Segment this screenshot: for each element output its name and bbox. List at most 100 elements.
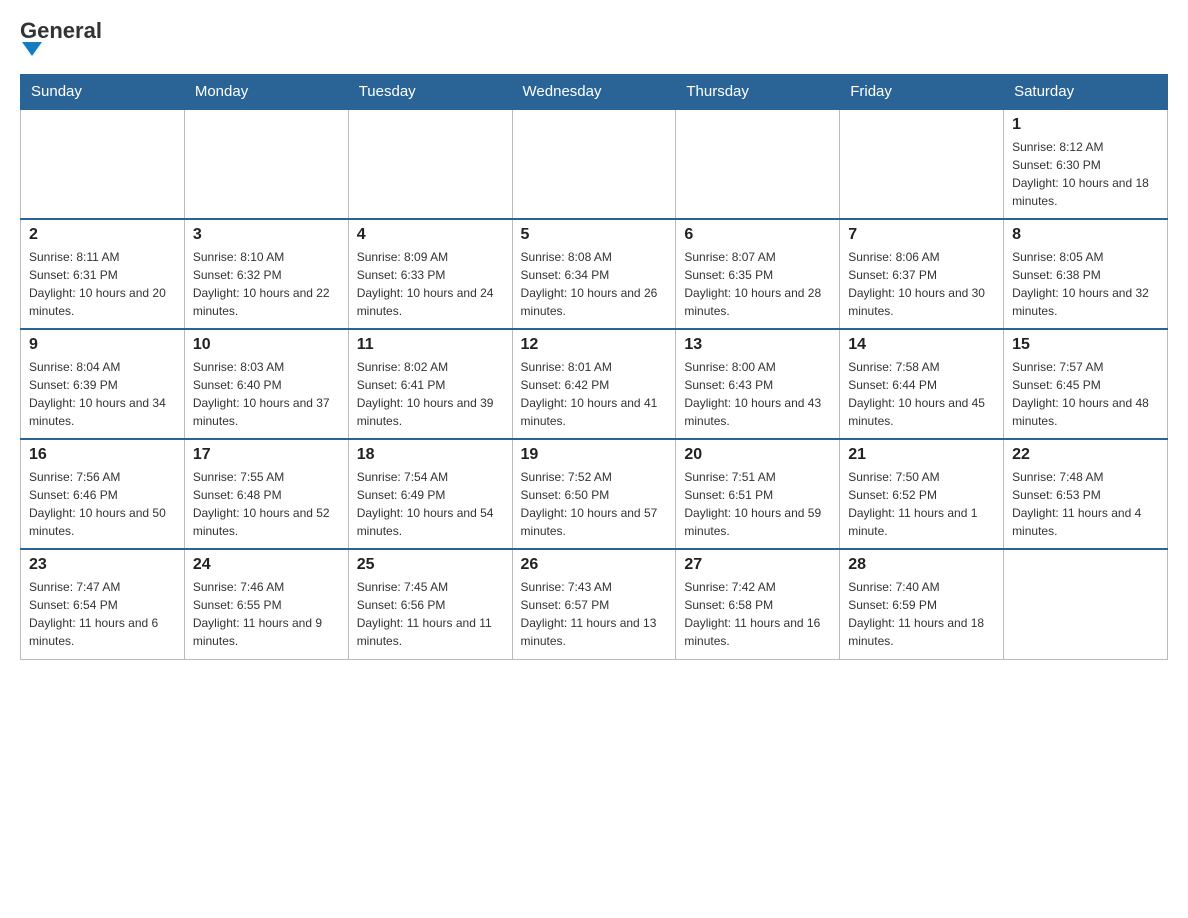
day-info: Sunrise: 7:45 AMSunset: 6:56 PMDaylight:… [357,578,504,650]
calendar-cell: 17 Sunrise: 7:55 AMSunset: 6:48 PMDayligh… [184,439,348,549]
calendar-cell: 25 Sunrise: 7:45 AMSunset: 6:56 PMDayligh… [348,549,512,659]
calendar-cell: 22 Sunrise: 7:48 AMSunset: 6:53 PMDayligh… [1004,439,1168,549]
calendar-cell: 27 Sunrise: 7:42 AMSunset: 6:58 PMDayligh… [676,549,840,659]
day-header-tuesday: Tuesday [348,75,512,110]
day-info: Sunrise: 7:42 AMSunset: 6:58 PMDaylight:… [684,578,831,650]
day-info: Sunrise: 8:11 AMSunset: 6:31 PMDaylight:… [29,248,176,320]
day-info: Sunrise: 8:06 AMSunset: 6:37 PMDaylight:… [848,248,995,320]
day-number: 22 [1012,446,1159,464]
calendar-cell: 4 Sunrise: 8:09 AMSunset: 6:33 PMDaylight… [348,219,512,329]
day-number: 15 [1012,336,1159,354]
calendar-cell: 24Sunrise: 7:46 AMSunset: 6:55 PMDayligh… [184,549,348,659]
calendar-header-row: SundayMondayTuesdayWednesdayThursdayFrid… [21,75,1168,110]
week-row-2: 2 Sunrise: 8:11 AMSunset: 6:31 PMDaylight… [21,219,1168,329]
day-info: Sunrise: 8:10 AMSunset: 6:32 PMDaylight:… [193,248,340,320]
calendar-cell: 23 Sunrise: 7:47 AMSunset: 6:54 PMDayligh… [21,549,185,659]
calendar-cell: 10 Sunrise: 8:03 AMSunset: 6:40 PMDayligh… [184,329,348,439]
day-number: 25 [357,556,504,574]
calendar-cell: 6 Sunrise: 8:07 AMSunset: 6:35 PMDaylight… [676,219,840,329]
day-number: 23 [29,556,176,574]
calendar-cell: 19 Sunrise: 7:52 AMSunset: 6:50 PMDayligh… [512,439,676,549]
day-number: 16 [29,446,176,464]
day-info: Sunrise: 7:51 AMSunset: 6:51 PMDaylight:… [684,468,831,540]
week-row-3: 9 Sunrise: 8:04 AMSunset: 6:39 PMDaylight… [21,329,1168,439]
day-number: 8 [1012,226,1159,244]
calendar-cell: 5 Sunrise: 8:08 AMSunset: 6:34 PMDaylight… [512,219,676,329]
day-header-thursday: Thursday [676,75,840,110]
day-number: 9 [29,336,176,354]
week-row-4: 16 Sunrise: 7:56 AMSunset: 6:46 PMDayligh… [21,439,1168,549]
calendar-cell: 2 Sunrise: 8:11 AMSunset: 6:31 PMDaylight… [21,219,185,329]
logo-general-text: General [20,20,102,42]
day-info: Sunrise: 8:09 AMSunset: 6:33 PMDaylight:… [357,248,504,320]
day-header-wednesday: Wednesday [512,75,676,110]
logo: General [20,20,102,58]
calendar-cell [840,109,1004,219]
day-number: 19 [521,446,668,464]
day-number: 17 [193,446,340,464]
calendar-cell [184,109,348,219]
day-info: Sunrise: 7:40 AMSunset: 6:59 PMDaylight:… [848,578,995,650]
day-number: 10 [193,336,340,354]
day-info: Sunrise: 8:04 AMSunset: 6:39 PMDaylight:… [29,358,176,430]
day-info: Sunrise: 7:58 AMSunset: 6:44 PMDaylight:… [848,358,995,430]
day-number: 28 [848,556,995,574]
day-info: Sunrise: 7:50 AMSunset: 6:52 PMDaylight:… [848,468,995,540]
calendar-cell: 21Sunrise: 7:50 AMSunset: 6:52 PMDayligh… [840,439,1004,549]
day-info: Sunrise: 8:05 AMSunset: 6:38 PMDaylight:… [1012,248,1159,320]
calendar-cell: 9 Sunrise: 8:04 AMSunset: 6:39 PMDaylight… [21,329,185,439]
calendar-cell: 13 Sunrise: 8:00 AMSunset: 6:43 PMDayligh… [676,329,840,439]
day-number: 26 [521,556,668,574]
calendar-cell: 12Sunrise: 8:01 AMSunset: 6:42 PMDayligh… [512,329,676,439]
week-row-5: 23 Sunrise: 7:47 AMSunset: 6:54 PMDayligh… [21,549,1168,659]
day-info: Sunrise: 8:02 AMSunset: 6:41 PMDaylight:… [357,358,504,430]
day-header-monday: Monday [184,75,348,110]
day-header-saturday: Saturday [1004,75,1168,110]
day-number: 4 [357,226,504,244]
calendar-cell: 20 Sunrise: 7:51 AMSunset: 6:51 PMDayligh… [676,439,840,549]
day-number: 2 [29,226,176,244]
week-row-1: 1 Sunrise: 8:12 AMSunset: 6:30 PMDaylight… [21,109,1168,219]
day-number: 24 [193,556,340,574]
calendar-table: SundayMondayTuesdayWednesdayThursdayFrid… [20,74,1168,660]
day-info: Sunrise: 7:55 AMSunset: 6:48 PMDaylight:… [193,468,340,540]
day-header-friday: Friday [840,75,1004,110]
day-number: 3 [193,226,340,244]
day-number: 20 [684,446,831,464]
day-number: 27 [684,556,831,574]
day-number: 12 [521,336,668,354]
day-number: 5 [521,226,668,244]
day-info: Sunrise: 7:54 AMSunset: 6:49 PMDaylight:… [357,468,504,540]
calendar-cell: 1 Sunrise: 8:12 AMSunset: 6:30 PMDaylight… [1004,109,1168,219]
calendar-cell: 3 Sunrise: 8:10 AMSunset: 6:32 PMDaylight… [184,219,348,329]
calendar-cell: 15 Sunrise: 7:57 AMSunset: 6:45 PMDayligh… [1004,329,1168,439]
calendar-cell [21,109,185,219]
day-info: Sunrise: 8:03 AMSunset: 6:40 PMDaylight:… [193,358,340,430]
day-info: Sunrise: 7:47 AMSunset: 6:54 PMDaylight:… [29,578,176,650]
calendar-cell [676,109,840,219]
calendar-cell: 28 Sunrise: 7:40 AMSunset: 6:59 PMDayligh… [840,549,1004,659]
calendar-cell [512,109,676,219]
calendar-cell: 16 Sunrise: 7:56 AMSunset: 6:46 PMDayligh… [21,439,185,549]
logo-triangle-icon [22,42,42,56]
day-info: Sunrise: 7:56 AMSunset: 6:46 PMDaylight:… [29,468,176,540]
day-info: Sunrise: 7:52 AMSunset: 6:50 PMDaylight:… [521,468,668,540]
day-number: 13 [684,336,831,354]
calendar-cell: 14Sunrise: 7:58 AMSunset: 6:44 PMDayligh… [840,329,1004,439]
day-number: 1 [1012,116,1159,134]
day-number: 18 [357,446,504,464]
day-number: 6 [684,226,831,244]
day-number: 7 [848,226,995,244]
day-info: Sunrise: 8:12 AMSunset: 6:30 PMDaylight:… [1012,138,1159,210]
day-info: Sunrise: 8:07 AMSunset: 6:35 PMDaylight:… [684,248,831,320]
day-number: 11 [357,336,504,354]
calendar-cell: 26Sunrise: 7:43 AMSunset: 6:57 PMDayligh… [512,549,676,659]
calendar-cell [348,109,512,219]
day-header-sunday: Sunday [21,75,185,110]
calendar-cell [1004,549,1168,659]
day-info: Sunrise: 7:57 AMSunset: 6:45 PMDaylight:… [1012,358,1159,430]
day-info: Sunrise: 7:48 AMSunset: 6:53 PMDaylight:… [1012,468,1159,540]
day-info: Sunrise: 8:08 AMSunset: 6:34 PMDaylight:… [521,248,668,320]
page-header: General [20,20,1168,58]
day-info: Sunrise: 8:00 AMSunset: 6:43 PMDaylight:… [684,358,831,430]
